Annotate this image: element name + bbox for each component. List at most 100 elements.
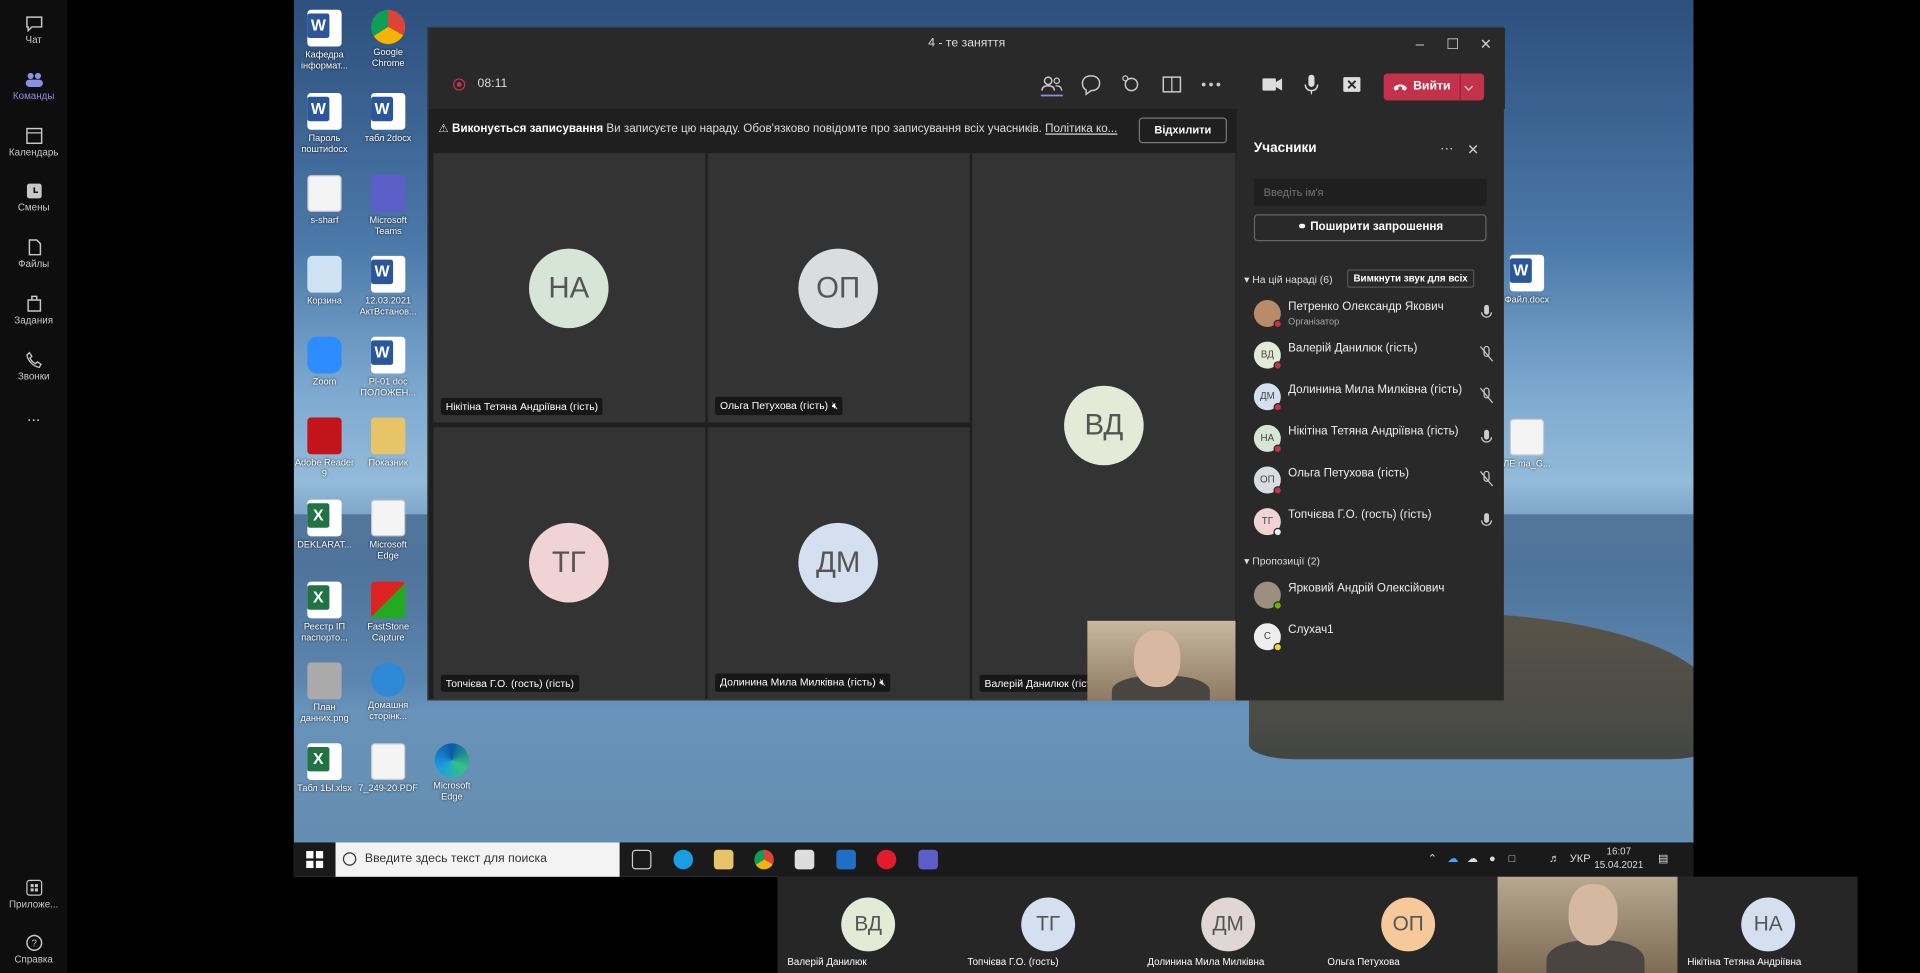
opera-taskbar-icon[interactable]	[876, 849, 897, 870]
teams-taskbar-icon[interactable]	[918, 849, 938, 870]
panel-close-button[interactable]: ✕	[1467, 141, 1479, 158]
desktop-icon[interactable]: Домашня сторінк...	[358, 662, 419, 721]
chevron-down-icon: ▾	[1244, 273, 1250, 286]
participant-search-input[interactable]	[1253, 178, 1487, 206]
leave-button[interactable]: Вийти ⌵	[1383, 73, 1485, 101]
desktop-icon[interactable]: Пароль поштиdocx	[294, 93, 355, 154]
desktop-icon[interactable]: Pl-01 doc ПОЛОЖЕН...	[358, 336, 419, 398]
participant-row[interactable]: ОП Ольга Петухова (гість)	[1253, 464, 1499, 498]
desktop-icon[interactable]: Microsoft Edge	[358, 499, 419, 561]
strip-tile[interactable]: ДМ Долинина Мила Милківна	[1137, 876, 1318, 973]
desktop-icon[interactable]: 12.03.2021 АктВстанов...	[358, 255, 419, 317]
task-view-icon[interactable]	[631, 849, 652, 870]
mute-all-button[interactable]: Вимкнути звук для всіх	[1346, 269, 1475, 288]
rail-item-chat[interactable]: Чат	[0, 7, 67, 56]
close-window-button[interactable]: ✕	[1469, 28, 1502, 60]
more-actions-button[interactable]	[1198, 72, 1225, 96]
participants-button[interactable]	[1038, 72, 1065, 97]
privacy-policy-link[interactable]: Політика ко...	[1045, 122, 1117, 135]
desktop-icon[interactable]: 7_249-20.PDF	[358, 743, 419, 793]
taskbar-clock[interactable]: 16:07 15.04.2021	[1594, 845, 1643, 872]
rail-item-assignments[interactable]: Задания	[0, 288, 67, 337]
desktop-icon[interactable]: Корзина	[294, 255, 355, 306]
dismiss-button[interactable]: Відхилити	[1138, 117, 1227, 144]
windows-start-icon[interactable]	[306, 851, 324, 869]
edge-taskbar-icon[interactable]	[673, 849, 694, 870]
desktop-icon[interactable]: Файл.docx	[1496, 254, 1557, 305]
files-icon	[28, 239, 41, 256]
rail-item-teams[interactable]: Команды	[0, 64, 67, 113]
strip-tile[interactable]: ВД Валерій Данилюк	[777, 876, 958, 973]
strip-tile[interactable]: НА Нікітіна Тетяна Андріївна	[1677, 876, 1858, 973]
chat-bubble-icon	[1081, 75, 1101, 96]
suggestion-row[interactable]: С Слухач1	[1253, 621, 1499, 655]
volume-icon[interactable]: ♬	[1549, 852, 1560, 864]
rail-more-button[interactable]: ...	[0, 404, 67, 453]
participant-tile[interactable]: ОП Ольга Петухова (гість) 🔇︎	[707, 153, 970, 423]
desktop-icon[interactable]: Google Chrome	[358, 9, 419, 69]
desktop-icon[interactable]: ЛЕ ma_G...	[1496, 418, 1557, 469]
language-indicator[interactable]: УКР	[1570, 852, 1591, 864]
show-hidden-icons-icon[interactable]: ⌃	[1428, 852, 1437, 865]
chrome-taskbar-icon[interactable]	[754, 849, 774, 870]
share-screen-button[interactable]	[1338, 72, 1365, 96]
desktop-icon[interactable]: Microsoft Edge	[421, 743, 482, 802]
strip-tile[interactable]: ТГ Топчієва Г.О. (гость)	[957, 876, 1138, 973]
desktop-icon[interactable]: Zoom	[294, 336, 355, 387]
desktop-icon[interactable]: Реєстр ІП паспорто...	[294, 581, 355, 643]
minimize-button[interactable]: –	[1403, 28, 1436, 60]
onedrive-icon[interactable]: ☁	[1447, 852, 1458, 865]
rail-item-files[interactable]: Файлы	[0, 231, 67, 280]
self-video[interactable]	[1087, 620, 1236, 701]
desktop-icon[interactable]: Показник	[358, 417, 419, 468]
mic-button[interactable]	[1298, 72, 1325, 96]
explorer-taskbar-icon[interactable]	[713, 849, 734, 870]
desktop-icon[interactable]: FastStone Capture	[358, 581, 419, 643]
participant-row[interactable]: ТГ Топчієва Г.О. (гость) (гість)	[1253, 506, 1499, 540]
desktop-icon[interactable]: DEKLARAT...	[294, 499, 355, 550]
in-meeting-section-header[interactable]: ▾ На цій нараді (6)	[1244, 273, 1332, 286]
rail-item-calls[interactable]: Звонки	[0, 344, 67, 393]
participant-row[interactable]: ДМ Долинина Мила Милківна (гість)	[1253, 381, 1499, 415]
participant-tile[interactable]: НА Нікітіна Тетяна Андріївна (гість)	[433, 153, 706, 423]
rail-item-apps[interactable]: Приложе...	[0, 872, 67, 921]
participant-tile[interactable]: ВД Валерій Данилюк (гість)	[972, 153, 1236, 700]
meeting-window: 4 - те заняття – ☐ ✕ 08:11 Вийти ⌵ ⚠ Вик…	[427, 26, 1505, 701]
store-taskbar-icon[interactable]	[794, 849, 815, 870]
microphone-icon	[1481, 304, 1493, 318]
desktop-icon[interactable]: Табл 1Ы.xlsx	[294, 743, 355, 793]
strip-video-tile[interactable]	[1497, 876, 1678, 973]
rail-item-help[interactable]: ? Справка	[0, 927, 67, 973]
cloud-icon[interactable]: ☁	[1467, 852, 1478, 865]
desktop-icon[interactable]: План данних.png	[294, 662, 355, 724]
desktop-icon[interactable]: табл 2docx	[358, 93, 419, 143]
participant-tile[interactable]: ТГ Топчієва Г.О. (гость) (гість)	[433, 427, 706, 700]
chat-button[interactable]	[1078, 72, 1105, 96]
rail-item-calendar[interactable]: Календарь	[0, 120, 67, 169]
share-invite-button[interactable]: ⚭ Поширити запрошення	[1253, 214, 1487, 242]
mail-taskbar-icon[interactable]	[836, 849, 856, 870]
strip-tile[interactable]: ОП Ольга Петухова	[1317, 876, 1498, 973]
suggestion-row[interactable]: Ярковий Андрій Олексійович	[1253, 579, 1499, 613]
microphone-tray-icon[interactable]: ●	[1489, 852, 1496, 864]
panel-more-button[interactable]: ⋯	[1440, 141, 1453, 157]
taskbar-search-box[interactable]: Введите здесь текст для поиска	[335, 842, 620, 877]
participant-tile[interactable]: ДМ Долинина Мила Милківна (гість) 🔇︎	[707, 427, 970, 700]
rooms-button[interactable]	[1158, 72, 1185, 96]
desktop-icon[interactable]: s-sharf	[294, 175, 355, 225]
notifications-icon[interactable]: ▤	[1658, 852, 1668, 865]
network-icon[interactable]: □	[1509, 852, 1516, 864]
avatar: НА	[1253, 424, 1283, 454]
participant-row[interactable]: НА Нікітіна Тетяна Андріївна (гість)	[1253, 422, 1499, 456]
desktop-icon[interactable]: Adobe Reader 9	[294, 417, 355, 479]
participant-row[interactable]: Петренко Олександр Якович Організатор	[1253, 298, 1499, 332]
participant-row[interactable]: ВД Валерій Данилюк (гість)	[1253, 339, 1499, 373]
suggestions-section-header[interactable]: ▾ Пропозиції (2)	[1244, 555, 1320, 568]
desktop-icon[interactable]: Microsoft Teams	[358, 175, 419, 236]
maximize-button[interactable]: ☐	[1436, 28, 1469, 60]
reactions-button[interactable]	[1118, 72, 1145, 96]
camera-button[interactable]	[1259, 72, 1286, 96]
desktop-icon[interactable]: Кафедра інформат...	[294, 9, 355, 71]
rail-item-shifts[interactable]: Смены	[0, 175, 67, 224]
chevron-down-icon[interactable]: ⌵	[1465, 73, 1473, 100]
